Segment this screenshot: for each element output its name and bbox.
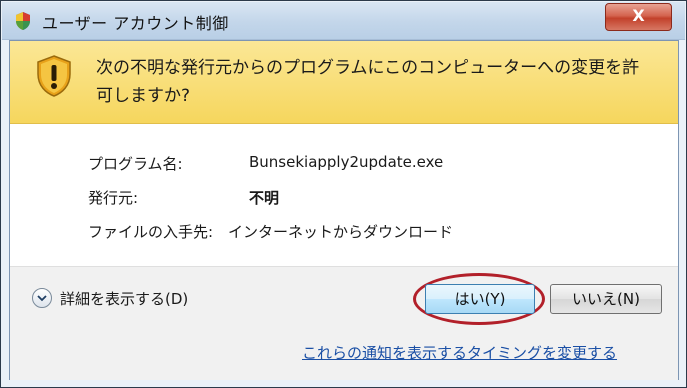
show-details-toggle[interactable]: 詳細を表示する(D) bbox=[32, 286, 188, 310]
yes-button[interactable]: はい(Y) bbox=[425, 284, 535, 314]
program-name-value: Bunsekiapply2update.exe bbox=[249, 153, 444, 171]
origin-value: インターネットからダウンロード bbox=[228, 223, 454, 241]
title-bar: ユーザー アカウント制御 X bbox=[2, 2, 685, 40]
close-button[interactable]: X bbox=[605, 3, 672, 31]
no-button[interactable]: いいえ(N) bbox=[550, 284, 662, 314]
show-details-label: 詳細を表示する(D) bbox=[60, 289, 189, 308]
origin-label: ファイルの入手先: bbox=[88, 223, 214, 241]
uac-shield-icon bbox=[16, 12, 30, 30]
dialog-footer: 詳細を表示する(D) はい(Y) いいえ(N) これらの通知を表示するタイミング… bbox=[10, 266, 678, 380]
warning-banner: 次の不明な発行元からのプログラムにこのコンピューターへの変更を許 可しますか? bbox=[10, 41, 678, 124]
program-name-label: プログラム名: bbox=[88, 155, 183, 173]
dialog-body: 次の不明な発行元からのプログラムにこのコンピューターへの変更を許 可しますか? … bbox=[9, 40, 679, 380]
warning-message: 次の不明な発行元からのプログラムにこのコンピューターへの変更を許 可しますか? bbox=[96, 54, 666, 110]
uac-dialog: ユーザー アカウント制御 X 次の不明な発行元からのプログラムにこのコンピュータ… bbox=[0, 0, 687, 388]
change-notification-timing-link[interactable]: これらの通知を表示するタイミングを変更する bbox=[302, 342, 617, 363]
warning-message-line-1: 次の不明な発行元からのプログラムにこのコンピューターへの変更を許 bbox=[96, 58, 640, 78]
publisher-value: 不明 bbox=[249, 189, 280, 207]
warning-shield-icon bbox=[37, 55, 71, 97]
window-title: ユーザー アカウント制御 bbox=[42, 14, 229, 33]
publisher-label: 発行元: bbox=[88, 189, 139, 207]
warning-message-line-2: 可しますか? bbox=[96, 86, 191, 106]
chevron-down-icon bbox=[32, 288, 52, 308]
close-icon: X bbox=[632, 6, 645, 25]
